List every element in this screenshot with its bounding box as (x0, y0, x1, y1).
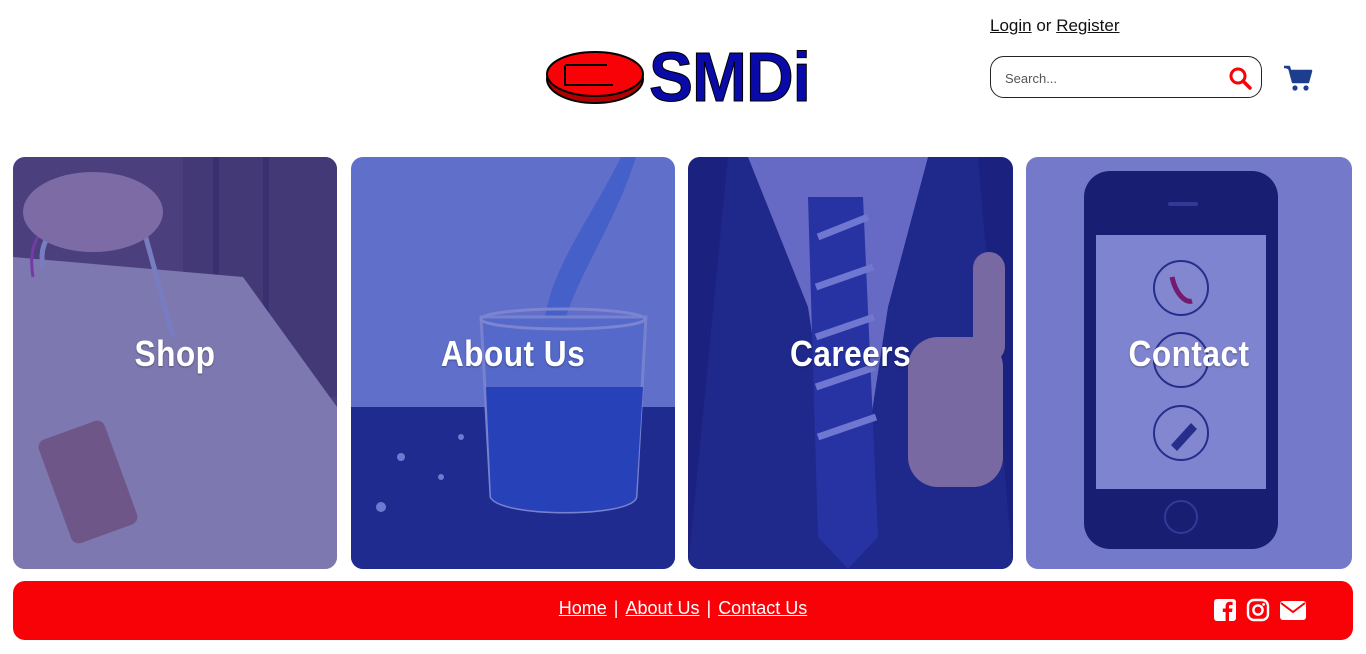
tile-label: Careers (789, 333, 912, 374)
login-link[interactable]: Login (990, 16, 1032, 35)
logo-pill-icon (546, 51, 644, 104)
site-footer: Home | About Us | Contact Us (13, 581, 1353, 640)
tile-shop[interactable]: Shop (13, 157, 337, 569)
instagram-icon[interactable] (1246, 598, 1270, 622)
email-icon[interactable] (1279, 598, 1307, 622)
auth-or-text: or (1036, 16, 1052, 35)
search-input[interactable] (1003, 66, 1217, 90)
cart-icon[interactable] (1283, 64, 1313, 92)
site-header: SMDi Login or Register (0, 0, 1366, 140)
tile-careers[interactable]: Careers (688, 157, 1013, 569)
footer-separator: | (706, 598, 712, 618)
footer-link-contact-us[interactable]: Contact Us (718, 598, 807, 618)
footer-nav: Home | About Us | Contact Us (13, 598, 1353, 619)
facebook-icon[interactable] (1213, 598, 1237, 622)
tile-label: About Us (440, 333, 586, 374)
logo-text: SMDi (649, 38, 812, 116)
footer-link-home[interactable]: Home (559, 598, 607, 618)
search-icon[interactable] (1228, 66, 1252, 90)
category-tiles: Shop About Us Careers Contact (0, 157, 1366, 569)
footer-separator: | (613, 598, 619, 618)
register-link[interactable]: Register (1056, 16, 1119, 35)
tile-label: Shop (134, 333, 216, 374)
tile-label: Contact (1128, 333, 1250, 374)
logo[interactable]: SMDi (545, 38, 825, 116)
social-links (1213, 598, 1307, 622)
search-box (990, 56, 1262, 98)
tile-about-us[interactable]: About Us (351, 157, 675, 569)
footer-link-about-us[interactable]: About Us (625, 598, 699, 618)
auth-links: Login or Register (990, 16, 1120, 36)
tile-contact[interactable]: Contact (1026, 157, 1352, 569)
